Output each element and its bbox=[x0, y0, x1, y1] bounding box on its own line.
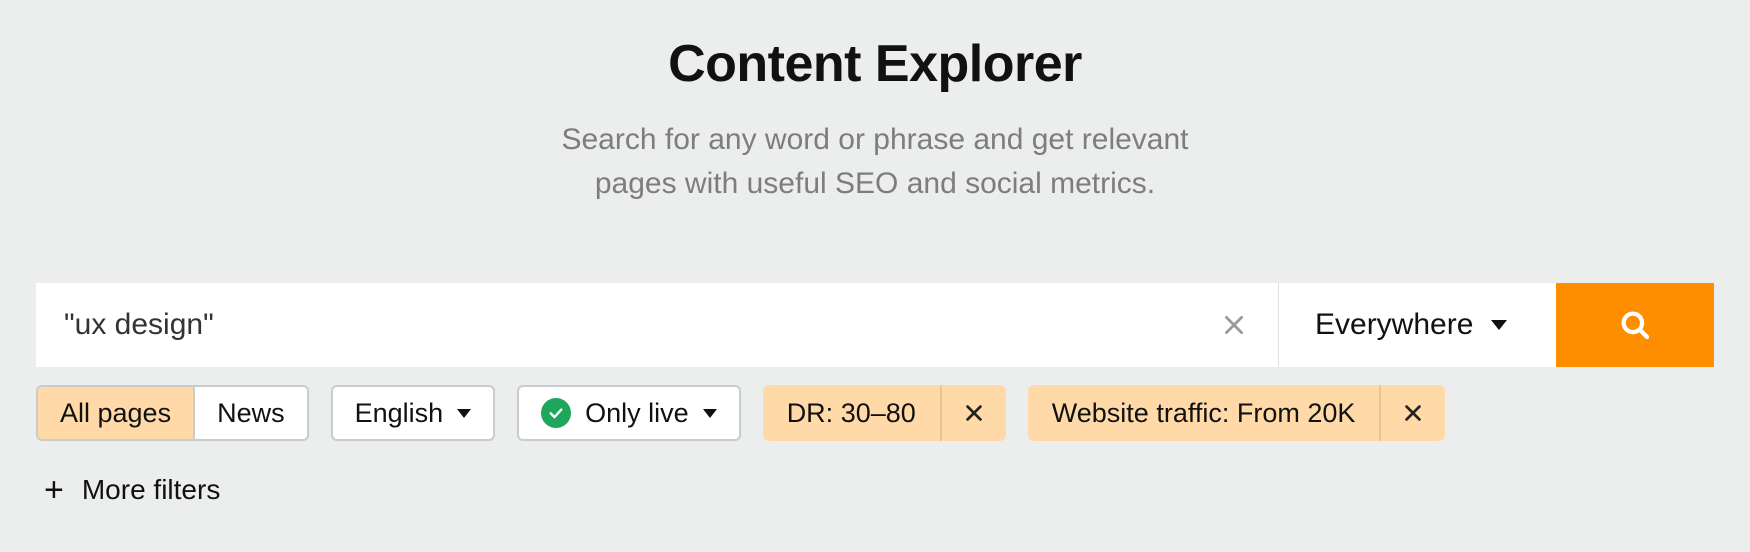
more-filters-button[interactable]: + More filters bbox=[36, 473, 1714, 507]
tab-all-pages[interactable]: All pages bbox=[38, 387, 193, 439]
live-filter-select[interactable]: Only live bbox=[517, 385, 741, 441]
filter-chip-dr: DR: 30–80 bbox=[763, 385, 1006, 441]
language-select[interactable]: English bbox=[331, 385, 496, 441]
page-title: Content Explorer bbox=[36, 34, 1714, 94]
close-icon bbox=[1402, 402, 1424, 424]
content-explorer-panel: Content Explorer Search for any word or … bbox=[0, 0, 1750, 507]
filter-chip-traffic: Website traffic: From 20K bbox=[1028, 385, 1446, 441]
page-subtitle: Search for any word or phrase and get re… bbox=[36, 118, 1714, 205]
filter-chip-traffic-remove[interactable] bbox=[1379, 385, 1445, 441]
filter-chip-traffic-label: Website traffic: From 20K bbox=[1052, 398, 1356, 429]
chevron-down-icon bbox=[1491, 320, 1507, 330]
search-icon bbox=[1618, 308, 1652, 342]
subtitle-line-2: pages with useful SEO and social metrics… bbox=[595, 167, 1155, 200]
clear-search-button[interactable] bbox=[1212, 303, 1256, 347]
page-type-tabs: All pages News bbox=[36, 385, 309, 441]
language-label: English bbox=[355, 398, 444, 429]
search-button[interactable] bbox=[1556, 283, 1714, 367]
search-input-container bbox=[36, 283, 1278, 367]
live-filter-label: Only live bbox=[585, 398, 689, 429]
tab-news-label: News bbox=[217, 398, 285, 429]
close-icon bbox=[1221, 312, 1247, 338]
filters-row: All pages News English Only live DR: 30–… bbox=[36, 385, 1714, 441]
search-input[interactable] bbox=[64, 308, 1212, 342]
filter-chip-traffic-button[interactable]: Website traffic: From 20K bbox=[1028, 385, 1380, 441]
search-bar: Everywhere bbox=[36, 283, 1714, 367]
plus-icon: + bbox=[44, 473, 64, 507]
filter-chip-dr-button[interactable]: DR: 30–80 bbox=[763, 385, 940, 441]
check-circle-icon bbox=[541, 398, 571, 428]
chevron-down-icon bbox=[457, 409, 471, 418]
close-icon bbox=[963, 402, 985, 424]
subtitle-line-1: Search for any word or phrase and get re… bbox=[561, 123, 1188, 156]
search-scope-label: Everywhere bbox=[1315, 308, 1473, 342]
search-scope-select[interactable]: Everywhere bbox=[1278, 283, 1556, 367]
more-filters-label: More filters bbox=[82, 474, 220, 506]
tab-all-pages-label: All pages bbox=[60, 398, 171, 429]
filter-chip-dr-label: DR: 30–80 bbox=[787, 398, 916, 429]
chevron-down-icon bbox=[703, 409, 717, 418]
filter-chip-dr-remove[interactable] bbox=[940, 385, 1006, 441]
tab-news[interactable]: News bbox=[193, 387, 307, 439]
